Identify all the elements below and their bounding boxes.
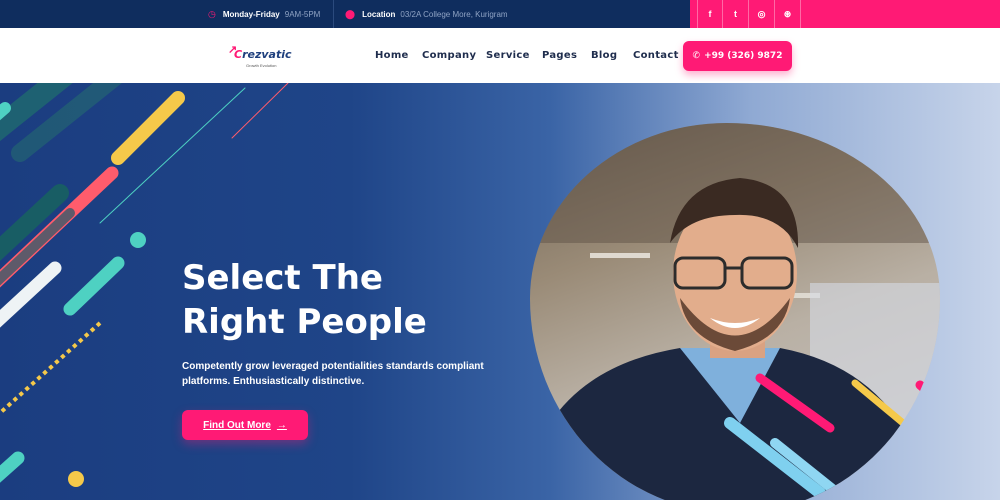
nav-item-pages[interactable]: Pages — [542, 50, 577, 61]
logo[interactable]: ↗ Crezvatic Growth Evolution — [228, 42, 298, 68]
nav-item-company[interactable]: Company — [422, 50, 476, 61]
nav-item-service[interactable]: Service — [486, 50, 530, 61]
hero-title: Select The Right People — [182, 256, 512, 344]
nav-item-contact-wrap: Contact — [633, 28, 679, 83]
nav-item-service-wrap: Service — [486, 28, 530, 83]
business-hours: ◷ Monday-Friday 9AM-5PM — [208, 0, 320, 28]
nav-item-pages-wrap: Pages — [542, 28, 577, 83]
nav-item-home[interactable]: Home — [375, 50, 409, 61]
location-label: Location — [362, 9, 396, 19]
twitter-icon[interactable]: t — [723, 0, 749, 28]
find-out-more-button[interactable]: Find Out More → — [182, 410, 308, 440]
dribbble-icon[interactable]: ⊛ — [775, 0, 801, 28]
hero-person-photo — [530, 123, 940, 500]
logo-text: Crezvatic — [234, 48, 292, 61]
nav-item-contact[interactable]: Contact — [633, 50, 679, 61]
instagram-icon[interactable]: ◎ — [749, 0, 775, 28]
top-bar: ◷ Monday-Friday 9AM-5PM ⬤ Location 03/2A… — [0, 0, 1000, 28]
clock-icon: ◷ — [208, 8, 216, 19]
facebook-icon[interactable]: f — [697, 0, 723, 28]
hero-title-line2: Right People — [182, 302, 427, 342]
phone-call-button[interactable]: ✆ +99 (326) 9872 — [683, 41, 792, 71]
logo-tagline: Growth Evolution — [246, 63, 277, 68]
nav-item-company-wrap: Company — [422, 28, 476, 83]
map-pin-icon: ⬤ — [345, 8, 356, 19]
hero-description: Competently grow leveraged potentialitie… — [182, 361, 484, 387]
divider — [333, 0, 334, 28]
location-info: ⬤ Location 03/2A College More, Kurigram — [345, 0, 508, 28]
phone-icon: ✆ — [692, 51, 701, 61]
location-value: 03/2A College More, Kurigram — [400, 9, 508, 19]
cta-label: Find Out More — [203, 419, 271, 431]
hero-title-line1: Select The — [182, 258, 383, 298]
social-links: f t ◎ ⊛ — [690, 0, 1000, 28]
nav-item-home-wrap: Home — [375, 28, 409, 83]
arrow-right-icon: → — [276, 419, 287, 431]
phone-number: +99 (326) 9872 — [704, 51, 783, 61]
nav-item-blog[interactable]: Blog — [591, 50, 617, 61]
nav-item-blog-wrap: Blog — [591, 28, 617, 83]
main-navbar: ↗ Crezvatic Growth Evolution Home Compan… — [0, 28, 1000, 83]
hours-value: 9AM-5PM — [284, 9, 321, 19]
hero-section: Select The Right People Competently grow… — [0, 83, 1000, 500]
hours-label: Monday-Friday — [222, 9, 280, 19]
